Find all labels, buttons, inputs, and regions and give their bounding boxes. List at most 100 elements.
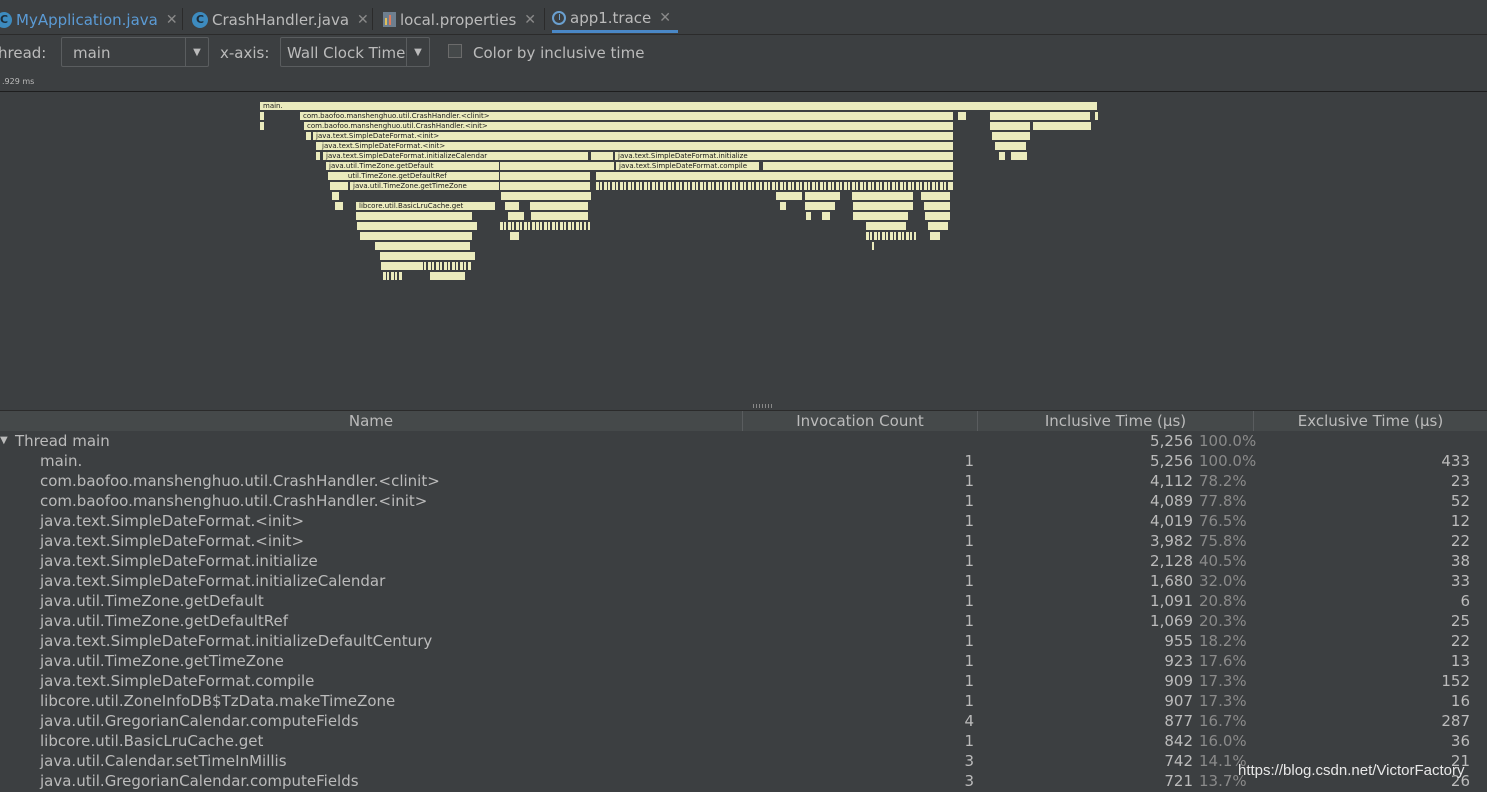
flame-frame[interactable]: [536, 222, 586, 230]
flame-frame[interactable]: [866, 222, 906, 230]
tab-local-properties[interactable]: local.properties ✕: [383, 6, 536, 33]
flame-frame[interactable]: [958, 112, 966, 120]
tab-crashhandler-java[interactable]: C CrashHandler.java ✕: [192, 6, 369, 33]
flame-frame[interactable]: [999, 152, 1005, 160]
flame-frame[interactable]: [420, 262, 472, 270]
table-row[interactable]: java.text.SimpleDateFormat.compile 1 909 17…: [0, 671, 1487, 691]
flame-frame[interactable]: [866, 232, 916, 240]
table-row[interactable]: libcore.util.BasicLruCache.get 1 842 16.0% 3…: [0, 731, 1487, 751]
flame-frame[interactable]: [930, 232, 940, 240]
thread-row[interactable]: ▼ Thread main 5,256 100.0%: [0, 431, 1487, 451]
flame-frame[interactable]: java.util.TimeZone.getDefault: [326, 162, 500, 170]
column-header-exclusive-time[interactable]: Exclusive Time (µs): [1254, 411, 1487, 431]
flame-frame[interactable]: java.text.SimpleDateFormat.<init>: [319, 142, 954, 150]
xaxis-select[interactable]: Wall Clock Time ▼: [280, 37, 430, 67]
flame-frame[interactable]: [500, 182, 590, 190]
table-row[interactable]: main. 1 5,256 100.0% 433: [0, 451, 1487, 471]
flame-frame[interactable]: [430, 272, 465, 280]
thread-select[interactable]: main ▼: [61, 37, 209, 67]
table-row[interactable]: com.baofoo.manshenghuo.util.CrashHandler…: [0, 471, 1487, 491]
flame-chart[interactable]: main. com.baofoo.manshenghuo.util.CrashH…: [0, 92, 1487, 408]
flame-frame[interactable]: libcore.util.BasicLruCache.get: [356, 202, 496, 210]
flame-frame[interactable]: [776, 192, 802, 200]
flame-frame[interactable]: [360, 232, 472, 240]
flame-frame[interactable]: [822, 212, 830, 220]
flame-frame[interactable]: [928, 222, 948, 230]
flame-frame[interactable]: [805, 192, 840, 200]
splitter-grip-icon[interactable]: [753, 404, 773, 408]
chevron-down-icon[interactable]: ▼: [185, 38, 208, 66]
flame-frame[interactable]: [596, 172, 953, 180]
flame-frame[interactable]: [852, 192, 913, 200]
flame-frame[interactable]: [990, 122, 1030, 130]
flame-frame[interactable]: [853, 202, 913, 210]
column-header-invocation-count[interactable]: Invocation Count: [743, 411, 978, 431]
flame-frame[interactable]: java.text.SimpleDateFormat.initialize: [615, 152, 954, 160]
flame-frame[interactable]: [1033, 122, 1091, 130]
close-icon[interactable]: ✕: [166, 12, 178, 28]
flame-frame[interactable]: main.: [260, 102, 1098, 110]
flame-frame[interactable]: [590, 162, 614, 170]
flame-frame[interactable]: [260, 122, 264, 130]
flame-frame[interactable]: [383, 272, 403, 280]
table-row[interactable]: com.baofoo.manshenghuo.util.CrashHandler…: [0, 491, 1487, 511]
flame-frame[interactable]: com.baofoo.manshenghuo.util.CrashHandler…: [300, 112, 954, 120]
table-row[interactable]: java.text.SimpleDateFormat.initializeCal…: [0, 571, 1487, 591]
table-row[interactable]: java.util.TimeZone.getDefault 1 1,091 20.8%…: [0, 591, 1487, 611]
flame-frame[interactable]: java.util.TimeZone.getDefaultRef: [328, 172, 500, 180]
close-icon[interactable]: ✕: [524, 12, 536, 28]
close-icon[interactable]: ✕: [357, 12, 369, 28]
table-row[interactable]: libcore.util.ZoneInfoDB$TzData.makeTimeZ…: [0, 691, 1487, 711]
flame-frame[interactable]: [510, 232, 519, 240]
color-by-inclusive-checkbox[interactable]: [448, 44, 462, 58]
flame-frame[interactable]: [501, 192, 591, 200]
flame-frame[interactable]: [924, 202, 950, 210]
chevron-down-icon[interactable]: ▼: [406, 38, 429, 66]
column-header-name[interactable]: Name: [0, 411, 743, 431]
table-row[interactable]: java.util.GregorianCalendar.computeField…: [0, 711, 1487, 731]
table-row[interactable]: java.text.SimpleDateFormat.initialize 1 2,…: [0, 551, 1487, 571]
flame-frame[interactable]: [596, 182, 951, 190]
flame-frame[interactable]: [381, 262, 421, 270]
flame-frame[interactable]: [531, 212, 588, 220]
flame-frame[interactable]: [356, 212, 472, 220]
flame-frame[interactable]: [1095, 112, 1098, 120]
flame-frame[interactable]: [853, 212, 908, 220]
flame-frame[interactable]: [330, 182, 348, 190]
flame-frame[interactable]: [330, 172, 348, 180]
flame-frame[interactable]: [332, 192, 339, 200]
flame-frame[interactable]: [505, 202, 519, 210]
flame-frame[interactable]: com.baofoo.manshenghuo.util.CrashHandler…: [304, 122, 954, 130]
table-row[interactable]: java.text.SimpleDateFormat.initializeDef…: [0, 631, 1487, 651]
flame-frame[interactable]: [921, 192, 950, 200]
flame-frame[interactable]: [805, 202, 835, 210]
table-row[interactable]: java.text.SimpleDateFormat.<init> 1 3,982 7…: [0, 531, 1487, 551]
close-icon[interactable]: ✕: [659, 10, 671, 26]
flame-frame[interactable]: [316, 142, 319, 150]
flame-frame[interactable]: [990, 112, 1090, 120]
flame-frame[interactable]: java.text.SimpleDateFormat.compile: [616, 162, 760, 170]
flame-frame[interactable]: [763, 162, 953, 170]
flame-frame[interactable]: [806, 212, 811, 220]
flame-frame[interactable]: java.text.SimpleDateFormat.<init>: [313, 132, 954, 140]
flame-frame[interactable]: [925, 212, 950, 220]
flame-frame[interactable]: [500, 162, 590, 170]
flame-frame[interactable]: [780, 202, 786, 210]
flame-frame[interactable]: [260, 112, 264, 120]
flame-frame[interactable]: [992, 132, 1030, 140]
flame-frame[interactable]: [335, 202, 343, 210]
flame-frame[interactable]: [508, 212, 524, 220]
column-header-inclusive-time[interactable]: Inclusive Time (µs): [978, 411, 1254, 431]
flame-frame[interactable]: [357, 222, 477, 230]
flame-frame[interactable]: [327, 162, 329, 170]
table-row[interactable]: java.util.TimeZone.getDefaultRef 1 1,069 20…: [0, 611, 1487, 631]
flame-frame[interactable]: [316, 152, 320, 160]
flame-frame[interactable]: [872, 242, 874, 250]
table-row[interactable]: java.util.TimeZone.getTimeZone 1 923 17.6% 1…: [0, 651, 1487, 671]
flame-frame[interactable]: java.util.TimeZone.getTimeZone: [350, 182, 500, 190]
flame-frame[interactable]: [1011, 152, 1027, 160]
flame-frame[interactable]: [380, 252, 475, 260]
flame-frame[interactable]: java.text.SimpleDateFormat.initializeCal…: [323, 152, 589, 160]
tab-myapplication-java[interactable]: C MyApplication.java ✕: [0, 6, 178, 33]
flame-frame[interactable]: [591, 152, 613, 160]
